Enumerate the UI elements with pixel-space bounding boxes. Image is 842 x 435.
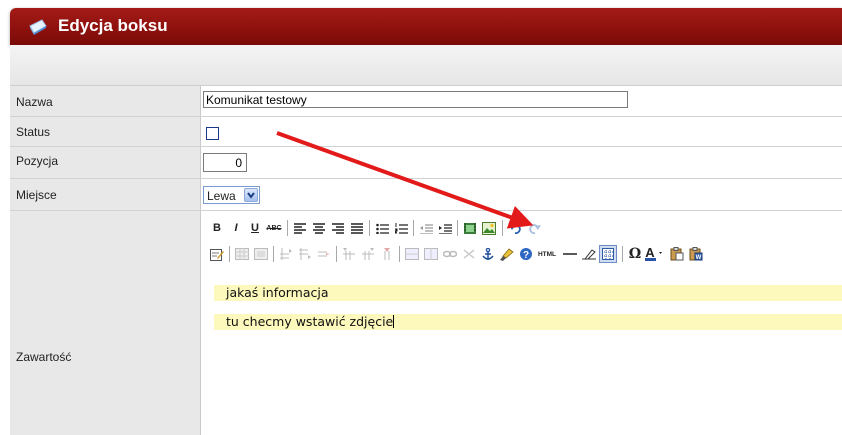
svg-text:A: A [645,246,655,260]
editor-toolbar-row1: B I U ABC [202,217,842,239]
rich-text-editor: B I U ABC ? HTML Ω A W jakaś informacja … [202,213,842,435]
font-color-icon[interactable]: A [645,245,665,263]
insert-image-icon[interactable] [480,219,498,237]
remove-format-icon[interactable] [580,245,598,263]
position-input[interactable] [203,153,247,172]
col-after-icon[interactable] [359,245,377,263]
table-props-icon[interactable] [252,245,270,263]
row-place: Miejsce Lewa [10,179,842,211]
editor-content-area[interactable]: jakaś informacja tu checmy wstawić zdjęc… [202,271,842,435]
merge-cells-icon[interactable] [403,245,421,263]
align-center-icon[interactable] [310,219,328,237]
row-status: Status [10,117,842,147]
align-right-icon[interactable] [329,219,347,237]
help-icon[interactable]: ? [517,245,535,263]
align-left-icon[interactable] [291,219,309,237]
svg-text:?: ? [523,250,529,261]
undo-icon[interactable] [506,219,524,237]
name-input[interactable] [203,91,628,108]
paste-icon[interactable] [668,245,686,263]
window-titlebar: Edycja boksu [10,8,842,45]
window-icon [29,19,47,35]
bold-icon[interactable]: B [208,219,226,237]
place-select[interactable]: Lewa [203,186,260,204]
anchor-icon[interactable] [479,245,497,263]
align-justify-icon[interactable] [348,219,366,237]
unlink-icon[interactable] [460,245,478,263]
status-checkbox[interactable] [206,127,219,140]
row-before-icon[interactable] [277,245,295,263]
italic-icon[interactable]: I [227,219,245,237]
content-label: Zawartość [16,350,72,364]
row-name: Nazwa [10,86,842,117]
edit-icon[interactable] [208,245,226,263]
cleanup-icon[interactable] [498,245,516,263]
media-icon[interactable] [461,219,479,237]
window-title: Edycja boksu [58,16,168,35]
paste-word-icon[interactable]: W [687,245,705,263]
content-paragraph-1[interactable]: jakaś informacja [214,285,842,301]
name-label: Nazwa [16,95,53,109]
html-icon[interactable]: HTML [536,245,558,263]
redo-icon[interactable] [525,219,543,237]
svg-text:W: W [696,255,702,261]
delete-col-icon[interactable] [378,245,396,263]
text-cursor [393,315,395,328]
row-after-icon[interactable] [296,245,314,263]
content-paragraph-2[interactable]: tu checmy wstawić zdjęcie [214,314,842,330]
visual-aid-icon[interactable] [599,245,617,263]
strikethrough-icon[interactable]: ABC [265,219,283,237]
status-label: Status [16,125,51,139]
position-label: Pozycja [16,154,59,168]
special-char-icon[interactable]: Ω [626,245,644,263]
underline-icon[interactable]: U [246,219,264,237]
link-icon[interactable] [441,245,459,263]
editor-toolbar-row2: ? HTML Ω A W [202,243,842,265]
subheader-bar [10,45,842,86]
row-content: Zawartość B I U ABC ? HTML Ω A W jakaś i… [10,211,842,435]
place-label: Miejsce [16,188,57,202]
hr-icon[interactable] [561,245,579,263]
row-position: Pozycja [10,147,842,179]
place-select-value: Lewa [207,189,236,203]
outdent-icon[interactable] [417,219,435,237]
split-cells-icon[interactable] [422,245,440,263]
delete-row-icon[interactable] [315,245,333,263]
table-icon[interactable] [233,245,251,263]
col-before-icon[interactable] [340,245,358,263]
numbered-list-icon[interactable] [392,219,410,237]
bullet-list-icon[interactable] [373,219,391,237]
indent-icon[interactable] [436,219,454,237]
chevron-down-icon[interactable] [244,188,258,202]
